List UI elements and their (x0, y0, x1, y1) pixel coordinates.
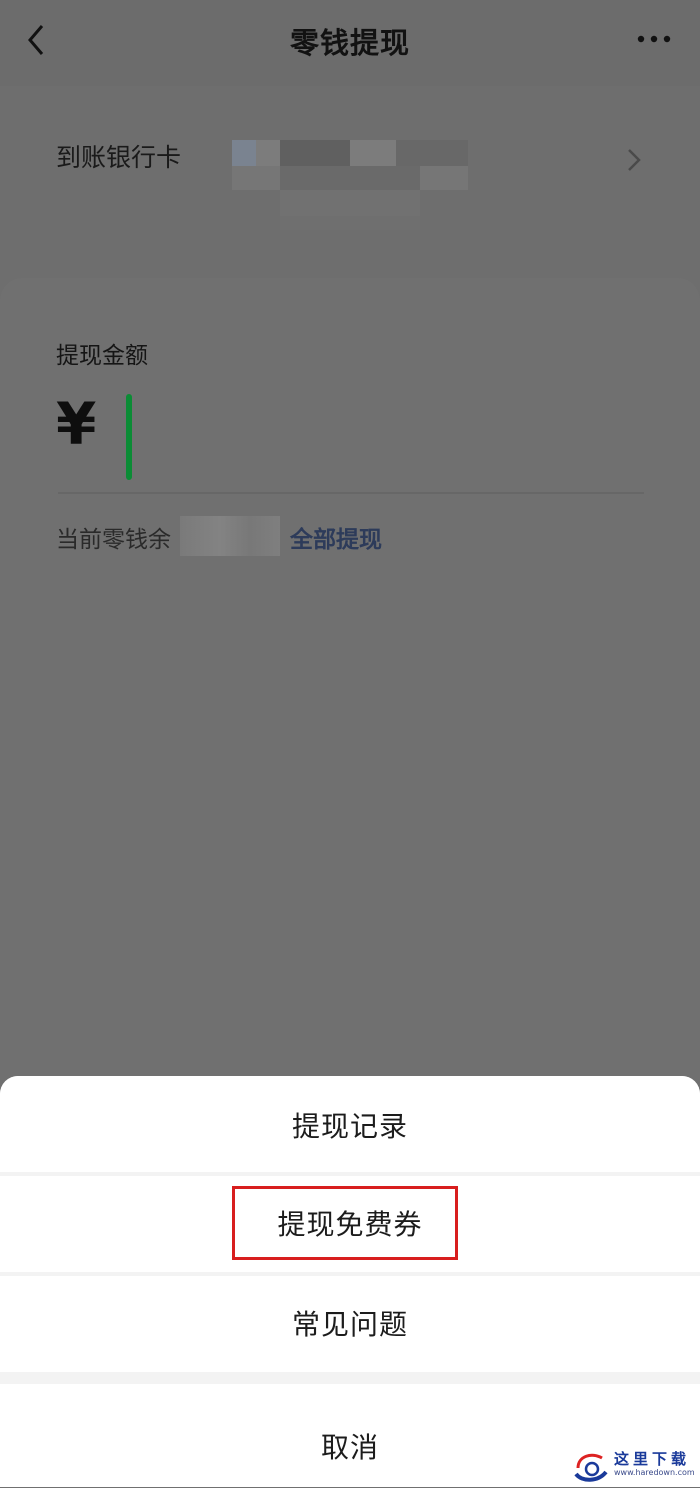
amount-label: 提现金额 (56, 343, 148, 369)
withdraw-all-link[interactable]: 全部提现 (290, 520, 382, 554)
bank-card-info-redacted (232, 140, 468, 230)
balance-value-redacted (180, 516, 280, 556)
watermark: 这里下载 www.haredown.com (572, 1448, 695, 1484)
watermark-text: 这里下载 (614, 1450, 691, 1468)
cancel-label: 取消 (320, 1431, 379, 1464)
balance-text: 当前零钱余 (56, 527, 171, 553)
page-title: 零钱提现 (289, 26, 410, 60)
action-sheet: 提现记录 提现免费券 常见问题 取消 (0, 1076, 700, 1487)
sheet-item-label: 常见问题 (291, 1308, 408, 1341)
amount-divider (58, 492, 644, 494)
nav-bar: 零钱提现 (0, 0, 700, 86)
chevron-right-icon (628, 149, 641, 171)
sheet-item-faq[interactable]: 常见问题 (0, 1276, 700, 1372)
sheet-item-withdraw-records[interactable]: 提现记录 (0, 1076, 700, 1172)
highlight-annotation (232, 1186, 458, 1260)
currency-symbol: ¥ (56, 390, 97, 458)
sheet-item-label: 提现记录 (291, 1110, 408, 1143)
amount-input-cursor[interactable] (126, 394, 132, 480)
watermark-logo-icon (574, 1453, 608, 1482)
watermark-url: www.haredown.com (614, 1468, 695, 1477)
bank-card-label: 到账银行卡 (56, 143, 182, 172)
more-dots-icon[interactable] (636, 32, 672, 46)
